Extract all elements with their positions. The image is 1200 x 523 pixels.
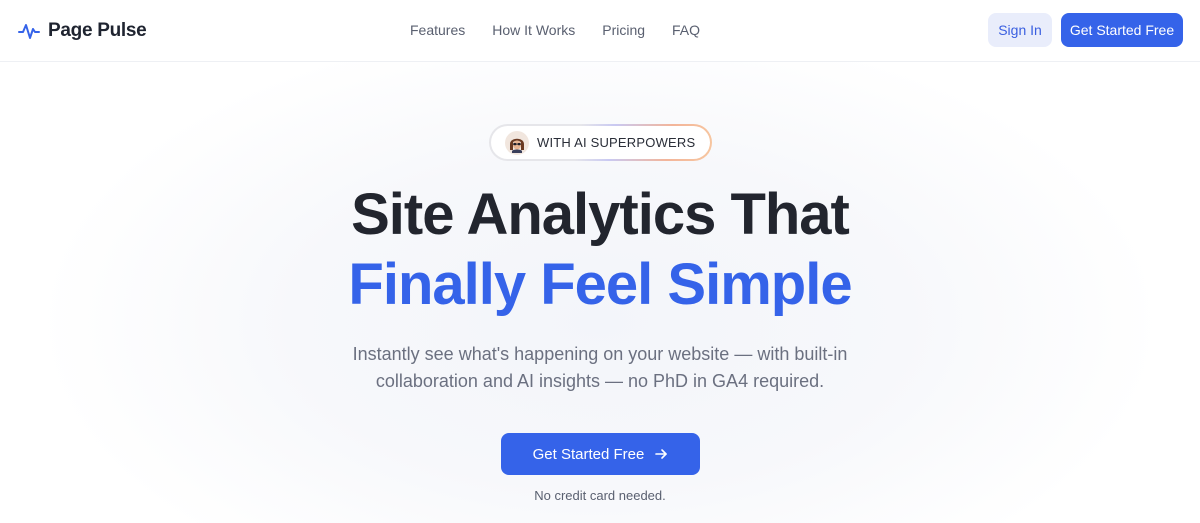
nav-link-pricing[interactable]: Pricing [602, 22, 645, 38]
ai-badge-label: WITH AI SUPERPOWERS [537, 135, 696, 150]
top-nav: Page Pulse Features How It Works Pricing… [0, 0, 1200, 62]
ai-avatar-icon [505, 130, 529, 155]
headline-line-1: Site Analytics That [351, 182, 850, 247]
arrow-right-icon [654, 447, 668, 461]
sign-in-button[interactable]: Sign In [988, 13, 1052, 47]
nav-link-features[interactable]: Features [410, 22, 465, 38]
get-started-hero-label: Get Started Free [532, 445, 645, 463]
no-credit-card-note: No credit card needed. [534, 488, 666, 503]
pulse-icon [18, 20, 40, 42]
ai-badge: WITH AI SUPERPOWERS [489, 124, 712, 161]
get-started-nav-button[interactable]: Get Started Free [1061, 13, 1183, 47]
nav-link-how-it-works[interactable]: How It Works [492, 22, 575, 38]
get-started-hero-button[interactable]: Get Started Free [501, 433, 700, 475]
nav-links: Features How It Works Pricing FAQ [410, 19, 700, 41]
hero-subtext: Instantly see what's happening on your w… [352, 344, 848, 391]
nav-link-faq[interactable]: FAQ [672, 22, 700, 38]
ai-badge-inner: WITH AI SUPERPOWERS [491, 126, 710, 159]
headline-line-2: Finally Feel Simple [348, 252, 852, 317]
logo[interactable]: Page Pulse [18, 17, 147, 45]
brand-name: Page Pulse [48, 20, 147, 41]
